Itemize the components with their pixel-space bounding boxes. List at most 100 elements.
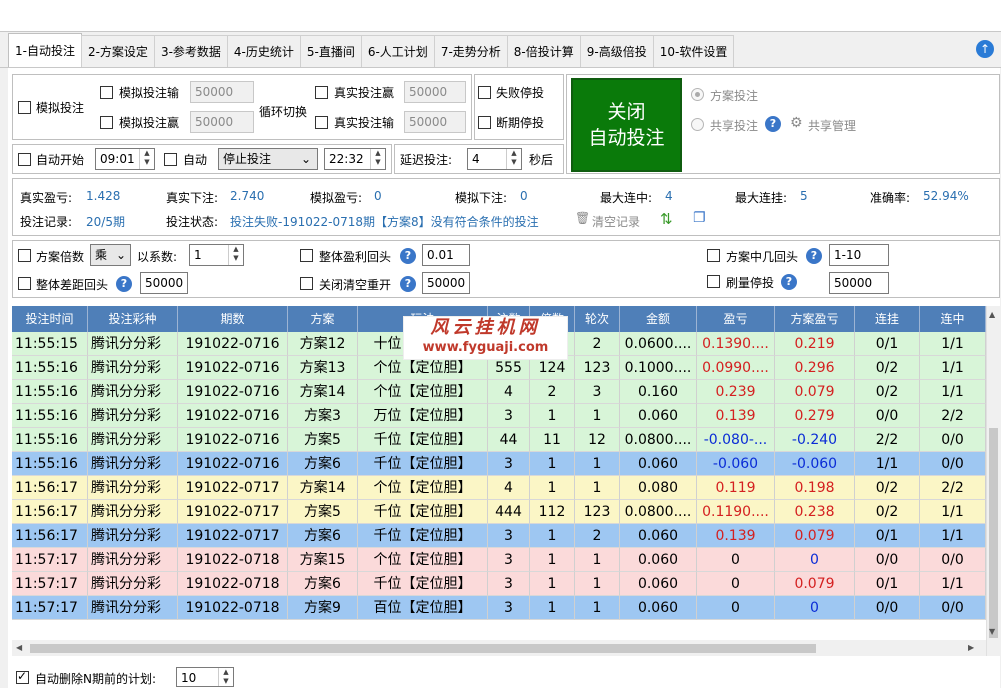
- table-row[interactable]: 11:55:16 腾讯分分彩 191022-0716 方案6 千位【定位胆】 3 1 1 0.0…: [12, 452, 986, 476]
- table-cell: 方案5: [288, 500, 358, 524]
- horizontal-scroll-thumb[interactable]: [30, 644, 816, 653]
- close-btn-line1: 关闭: [607, 101, 646, 123]
- table-cell: 191022-0717: [178, 524, 288, 548]
- coef-spinner[interactable]: ▲ ▼: [228, 245, 243, 265]
- auto-delete-spinner[interactable]: ▲ ▼: [218, 668, 233, 686]
- table-cell: 11:57:17: [12, 572, 88, 596]
- auto-delete-checkbox[interactable]: [16, 669, 29, 684]
- col-header-9[interactable]: 盈亏: [697, 306, 775, 332]
- start-time-spinner[interactable]: ▲ ▼: [139, 149, 154, 169]
- brush-stop-input[interactable]: 50000: [829, 272, 889, 294]
- table-cell: 方案6: [288, 452, 358, 476]
- brush-stop-checkbox[interactable]: [707, 275, 720, 288]
- close-reset-help-icon[interactable]: ?: [400, 276, 416, 292]
- col-header-1[interactable]: 投注彩种: [88, 306, 178, 332]
- tab-7[interactable]: 7-走势分析: [433, 35, 508, 67]
- col-header-2[interactable]: 期数: [178, 306, 288, 332]
- tab-6[interactable]: 6-人工计划: [360, 35, 435, 67]
- table-cell: 腾讯分分彩: [88, 476, 178, 500]
- table-cell: 2/2: [920, 476, 986, 500]
- table-cell: 腾讯分分彩: [88, 332, 178, 356]
- stop-time-spinner[interactable]: ▲ ▼: [370, 149, 385, 169]
- close-reset-input[interactable]: 50000: [422, 272, 470, 294]
- table-cell: 11:56:17: [12, 524, 88, 548]
- share-help-icon[interactable]: ?: [765, 116, 781, 132]
- col-header-10[interactable]: 方案盈亏: [775, 306, 855, 332]
- sim-lose-checkbox[interactable]: [100, 86, 113, 99]
- plan-back-input[interactable]: 1-10: [829, 244, 889, 266]
- gap-back-checkbox[interactable]: [18, 277, 31, 290]
- total-back-input[interactable]: 0.01: [422, 244, 470, 266]
- scroll-up-icon[interactable]: ▲: [989, 310, 995, 319]
- table-row[interactable]: 11:55:16 腾讯分分彩 191022-0716 方案14 个位【定位胆】 4 2 3 0.…: [12, 380, 986, 404]
- fail-stop-checkbox[interactable]: [478, 86, 491, 99]
- table-row[interactable]: 11:55:16 腾讯分分彩 191022-0716 方案5 千位【定位胆】 44 11 12…: [12, 428, 986, 452]
- sim-win-checkbox[interactable]: [100, 116, 113, 129]
- total-back-checkbox[interactable]: [300, 249, 313, 262]
- total-back-help-icon[interactable]: ?: [400, 248, 416, 264]
- col-header-3[interactable]: 方案: [288, 306, 358, 332]
- scroll-left-icon[interactable]: ◀: [16, 643, 22, 652]
- copy-icon[interactable]: ❐: [693, 210, 706, 226]
- help-icon[interactable]: ↑: [976, 40, 994, 58]
- col-header-0[interactable]: 投注时间: [12, 306, 88, 332]
- scroll-right-icon[interactable]: ▶: [968, 643, 974, 652]
- table-row[interactable]: 11:56:17 腾讯分分彩 191022-0717 方案5 千位【定位胆】 444 112…: [12, 500, 986, 524]
- col-header-12[interactable]: 连中: [920, 306, 986, 332]
- real-lose-checkbox[interactable]: [315, 116, 328, 129]
- table-cell: 2/2: [855, 428, 920, 452]
- tab-1[interactable]: 1-自动投注: [8, 33, 82, 67]
- tab-10[interactable]: 10-软件设置: [652, 35, 735, 67]
- tab-5[interactable]: 5-直播间: [299, 35, 362, 67]
- sim-win-input[interactable]: 50000: [190, 111, 254, 133]
- tab-4[interactable]: 4-历史统计: [226, 35, 301, 67]
- col-header-8[interactable]: 金额: [620, 306, 697, 332]
- real-win-input[interactable]: 50000: [404, 81, 466, 103]
- vertical-scroll-thumb[interactable]: [989, 428, 998, 638]
- plan-bet-radio[interactable]: [691, 88, 704, 101]
- real-win-checkbox[interactable]: [315, 86, 328, 99]
- table-row[interactable]: 11:57:17 腾讯分分彩 191022-0718 方案9 百位【定位胆】 3 1 1 0.0…: [12, 596, 986, 620]
- share-mgmt-button[interactable]: 共享管理: [808, 117, 856, 134]
- tab-3[interactable]: 3-参考数据: [153, 35, 228, 67]
- clear-record-button[interactable]: 清空记录: [592, 213, 640, 230]
- table-cell: 11:55:15: [12, 332, 88, 356]
- max-win-label: 最大连中:: [600, 191, 653, 205]
- table-row[interactable]: 11:56:17 腾讯分分彩 191022-0717 方案14 个位【定位胆】 4 1 1 0.…: [12, 476, 986, 500]
- table-row[interactable]: 11:55:16 腾讯分分彩 191022-0716 方案3 万位【定位胆】 3 1 1 0.0…: [12, 404, 986, 428]
- plan-back-checkbox[interactable]: [707, 249, 720, 262]
- brush-stop-help-icon[interactable]: ?: [781, 274, 797, 290]
- accuracy-value: 52.94%: [923, 189, 969, 203]
- scroll-down-icon[interactable]: ▼: [989, 627, 995, 636]
- auto-mode-select[interactable]: 停止投注 ⌄: [218, 148, 318, 170]
- sort-arrows-icon[interactable]: ⇅: [660, 210, 673, 228]
- auto-label: 自动: [183, 153, 208, 167]
- auto-start-checkbox[interactable]: [18, 153, 31, 166]
- real-bet-value: 2.740: [230, 189, 265, 203]
- table-row[interactable]: 11:57:17 腾讯分分彩 191022-0718 方案15 个位【定位胆】 3 1 1 0.…: [12, 548, 986, 572]
- delay-spinner[interactable]: ▲ ▼: [506, 149, 521, 169]
- plan-back-help-icon[interactable]: ?: [806, 248, 822, 264]
- mult-op-select[interactable]: 乘 ⌄: [90, 244, 131, 266]
- gap-back-input[interactable]: 50000: [140, 272, 188, 294]
- close-reset-label: 关闭清空重开: [319, 278, 392, 292]
- auto-checkbox[interactable]: [164, 153, 177, 166]
- table-cell: 0: [775, 548, 855, 572]
- table-row[interactable]: 11:56:17 腾讯分分彩 191022-0717 方案6 千位【定位胆】 3 1 2 0.0…: [12, 524, 986, 548]
- col-header-7[interactable]: 轮次: [575, 306, 620, 332]
- sim-lose-input[interactable]: 50000: [190, 81, 254, 103]
- col-header-11[interactable]: 连挂: [855, 306, 920, 332]
- mult-checkbox[interactable]: [18, 249, 31, 262]
- close-auto-bet-button[interactable]: 关闭 自动投注: [571, 78, 682, 172]
- tab-2[interactable]: 2-方案设定: [80, 35, 155, 67]
- tab-8[interactable]: 8-倍投计算: [506, 35, 581, 67]
- gap-back-help-icon[interactable]: ?: [116, 276, 132, 292]
- sim-bet-checkbox[interactable]: [18, 101, 31, 114]
- table-cell: 444: [488, 500, 530, 524]
- tab-9[interactable]: 9-高级倍投: [579, 35, 654, 67]
- real-lose-input[interactable]: 50000: [404, 111, 466, 133]
- close-reset-checkbox[interactable]: [300, 277, 313, 290]
- share-bet-radio[interactable]: [691, 118, 704, 131]
- table-row[interactable]: 11:57:17 腾讯分分彩 191022-0718 方案6 千位【定位胆】 3 1 1 0.0…: [12, 572, 986, 596]
- break-stop-checkbox[interactable]: [478, 116, 491, 129]
